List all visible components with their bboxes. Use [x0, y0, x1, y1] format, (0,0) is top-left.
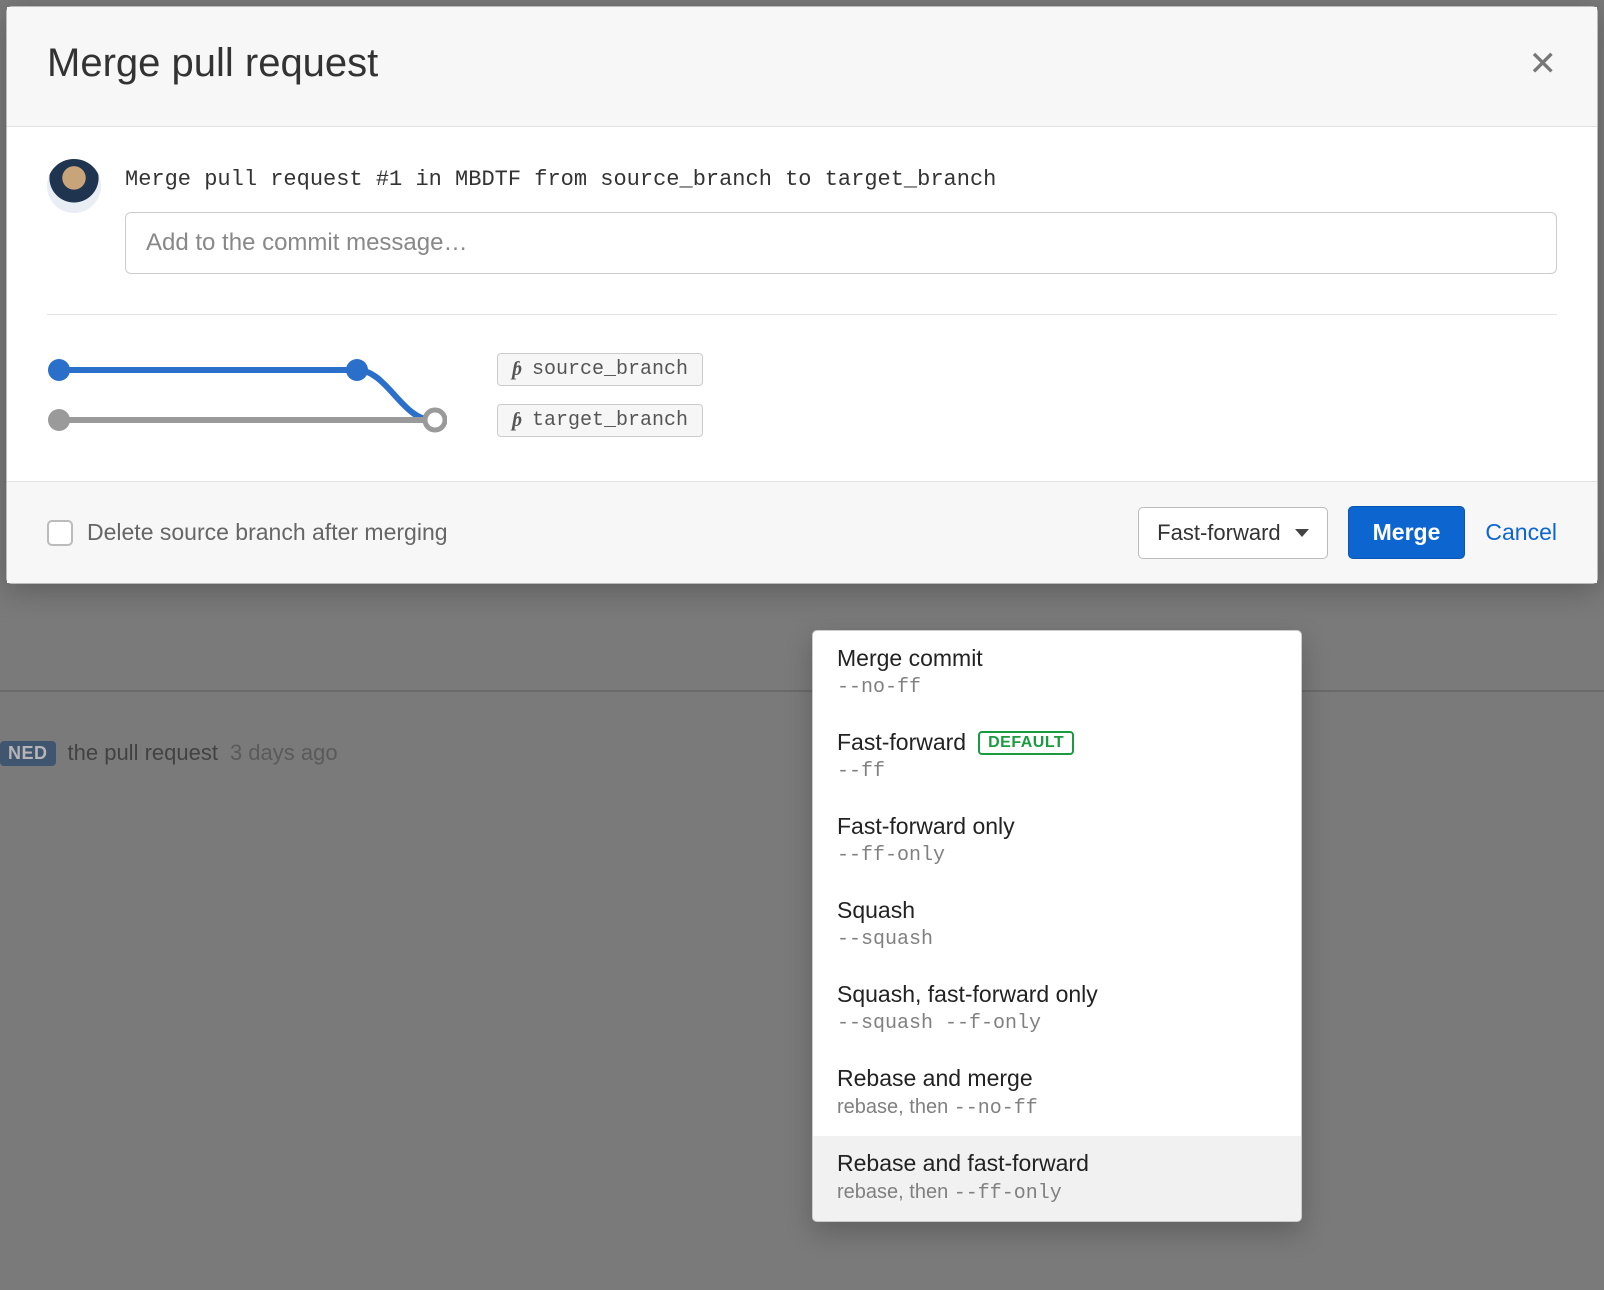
- merge-strategy-option[interactable]: Fast-forward DEFAULT --ff: [813, 715, 1301, 799]
- dialog-title: Merge pull request: [47, 41, 378, 86]
- chevron-down-icon: [1295, 529, 1309, 537]
- dialog-body: Merge pull request #1 in MBDTF from sour…: [7, 127, 1597, 481]
- commit-message-row: Merge pull request #1 in MBDTF from sour…: [47, 159, 1557, 274]
- branch-icon: ƥ: [512, 409, 522, 432]
- background-text: the pull request: [68, 740, 218, 766]
- merge-strategy-option-sub: rebase, then --no-ff: [837, 1096, 1277, 1120]
- delete-source-label: Delete source branch after merging: [87, 519, 448, 546]
- merge-strategy-option[interactable]: Merge commit --no-ff: [813, 631, 1301, 715]
- close-icon[interactable]: ✕: [1529, 47, 1558, 81]
- default-badge: DEFAULT: [978, 731, 1074, 755]
- merge-strategy-option[interactable]: Fast-forward only --ff-only: [813, 799, 1301, 883]
- background-timestamp: 3 days ago: [230, 740, 338, 766]
- merge-dialog: Merge pull request ✕ Merge pull request …: [6, 6, 1598, 584]
- branch-graph-icon: [47, 345, 447, 445]
- merge-strategy-option-title: Squash: [837, 897, 915, 924]
- merge-button[interactable]: Merge: [1348, 506, 1466, 559]
- background-divider: [0, 690, 1604, 692]
- source-branch-name: source_branch: [532, 358, 688, 381]
- merge-strategy-selected: Fast-forward: [1157, 520, 1280, 546]
- merge-strategy-option-sub: --squash: [837, 928, 1277, 951]
- merge-strategy-option-sub: --ff: [837, 760, 1277, 783]
- dialog-footer: Delete source branch after merging Fast-…: [7, 481, 1597, 583]
- merge-strategy-dropdown-button[interactable]: Fast-forward: [1138, 507, 1327, 559]
- delete-source-checkbox[interactable]: [47, 520, 73, 546]
- merge-strategy-option[interactable]: Squash, fast-forward only --squash --f-on…: [813, 967, 1301, 1051]
- commit-message-input[interactable]: [125, 212, 1557, 274]
- branch-icon: ƥ: [512, 358, 522, 381]
- divider: [47, 314, 1557, 315]
- merge-strategy-option-title: Fast-forward: [837, 729, 966, 756]
- merge-strategy-option-title: Squash, fast-forward only: [837, 981, 1098, 1008]
- merge-strategy-option-sub: --squash --f-only: [837, 1012, 1277, 1035]
- dialog-header: Merge pull request ✕: [7, 7, 1597, 127]
- merge-strategy-option-title: Merge commit: [837, 645, 983, 672]
- merge-strategy-option-sub: --ff-only: [837, 844, 1277, 867]
- background-activity-row: NED the pull request 3 days ago: [0, 740, 338, 766]
- cancel-button[interactable]: Cancel: [1485, 519, 1557, 546]
- merge-strategy-option[interactable]: Squash --squash: [813, 883, 1301, 967]
- background-badge: NED: [0, 741, 56, 766]
- merge-strategy-option[interactable]: Rebase and merge rebase, then --no-ff: [813, 1051, 1301, 1136]
- commit-title: Merge pull request #1 in MBDTF from sour…: [125, 167, 1557, 192]
- branch-visualization: ƥ source_branch ƥ target_branch: [47, 345, 1557, 481]
- source-branch-tag[interactable]: ƥ source_branch: [497, 353, 703, 386]
- merge-strategy-option-title: Rebase and fast-forward: [837, 1150, 1089, 1177]
- target-branch-name: target_branch: [532, 409, 688, 432]
- merge-strategy-option-sub: --no-ff: [837, 676, 1277, 699]
- merge-strategy-option-sub: rebase, then --ff-only: [837, 1181, 1277, 1205]
- target-branch-tag[interactable]: ƥ target_branch: [497, 404, 703, 437]
- merge-strategy-option-title: Fast-forward only: [837, 813, 1015, 840]
- merge-strategy-dropdown: Merge commit --no-ff Fast-forward DEFAULT --…: [812, 630, 1302, 1222]
- merge-strategy-option[interactable]: Rebase and fast-forward rebase, then --ff…: [813, 1136, 1301, 1221]
- merge-strategy-option-title: Rebase and merge: [837, 1065, 1033, 1092]
- avatar: [47, 159, 101, 213]
